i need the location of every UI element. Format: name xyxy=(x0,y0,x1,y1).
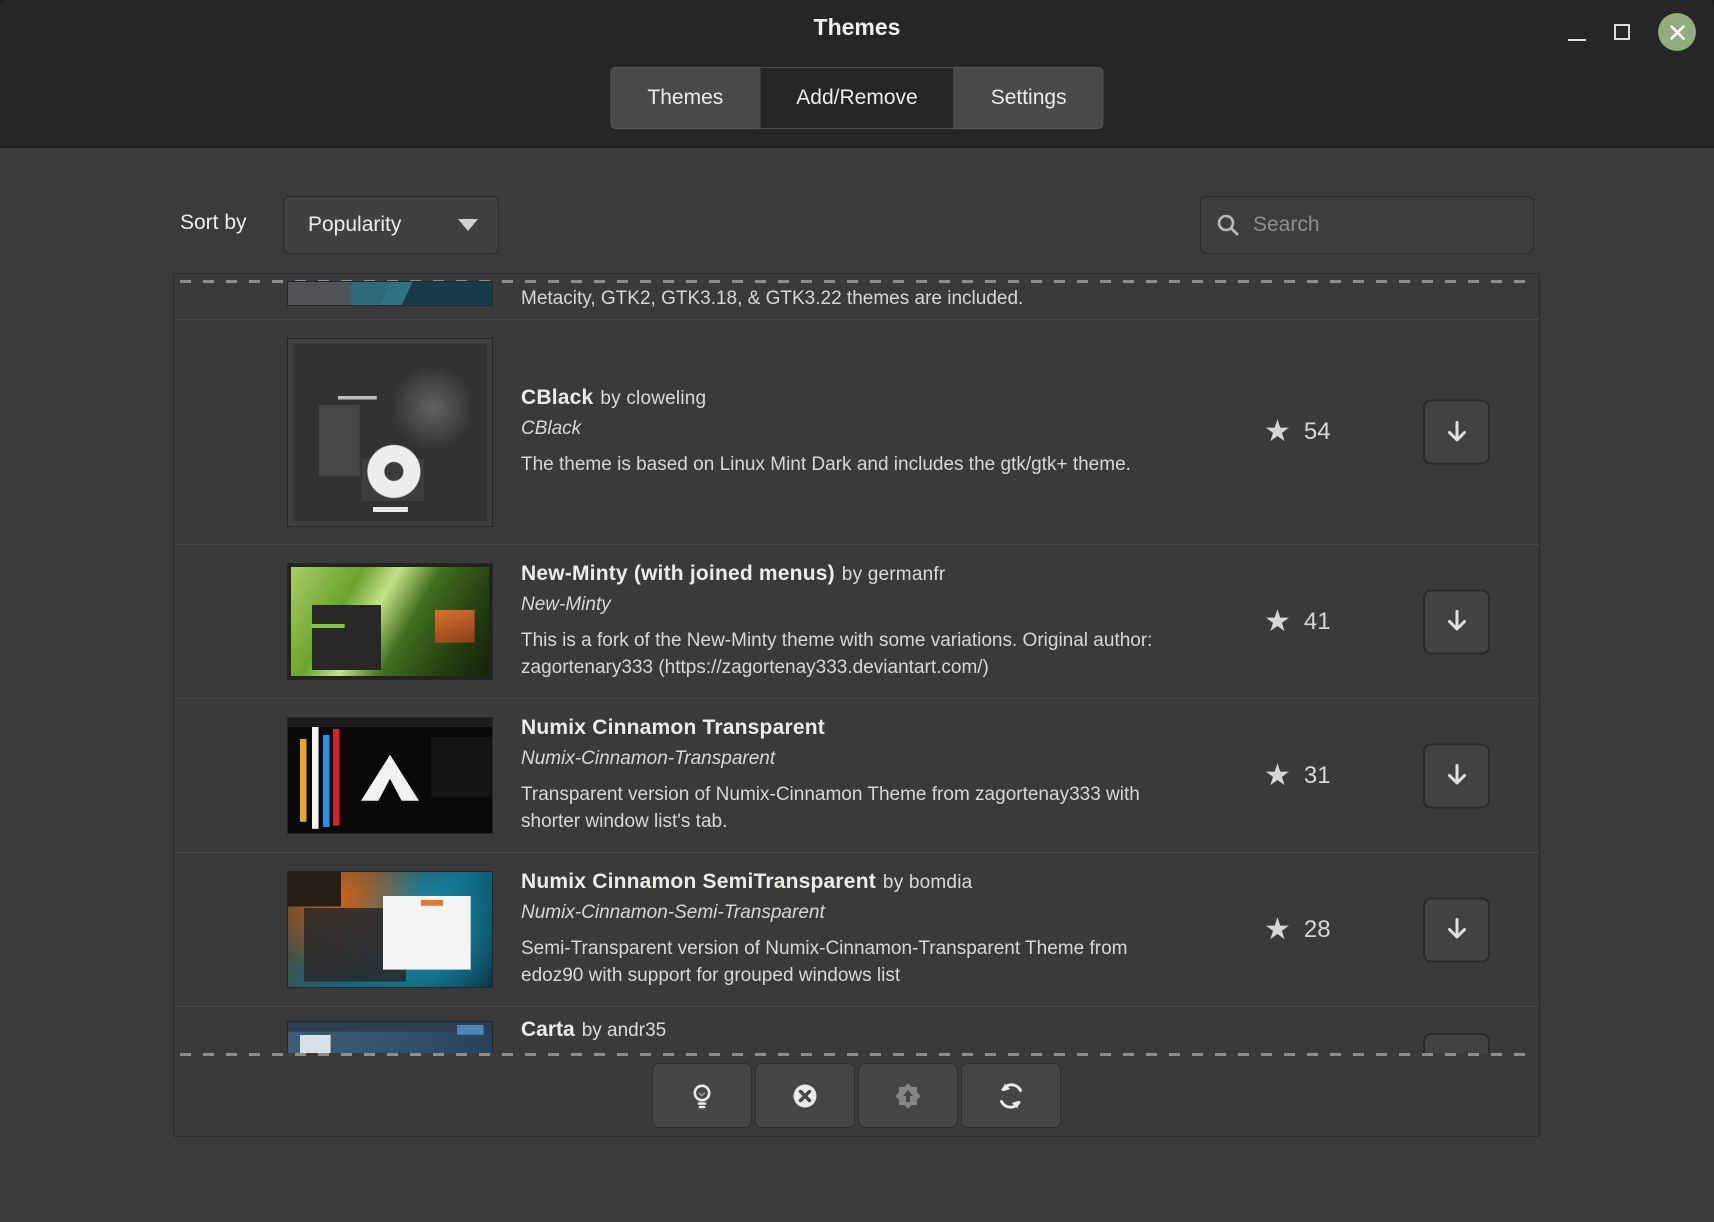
download-icon xyxy=(1443,608,1471,636)
star-icon: ★ xyxy=(1264,417,1291,447)
search-box[interactable] xyxy=(1200,196,1534,254)
list-item-cblack[interactable]: CBlackby cloweling CBlack The theme is b… xyxy=(174,319,1539,544)
theme-author: by cloweling xyxy=(600,388,706,409)
sort-by-label: Sort by xyxy=(180,211,247,235)
download-icon xyxy=(1443,418,1471,446)
sort-dropdown-value: Popularity xyxy=(308,213,401,237)
theme-thumbnail xyxy=(288,339,492,526)
theme-description: Transparent version of Numix-Cinnamon Th… xyxy=(521,781,1169,835)
rating: ★ 41 xyxy=(1264,607,1331,637)
theme-subtitle: New-Minty xyxy=(521,594,1181,616)
list-item-carta[interactable]: Cartaby andr35 xyxy=(174,1006,1539,1053)
cancel-button[interactable] xyxy=(755,1063,855,1128)
list-item-numix-transparent[interactable]: Numix Cinnamon Transparent Numix-Cinnamo… xyxy=(174,698,1539,852)
theme-thumbnail xyxy=(288,1022,492,1053)
chevron-down-icon xyxy=(458,219,478,231)
search-input[interactable] xyxy=(1253,213,1524,237)
window-title: Themes xyxy=(0,0,1714,41)
toolbar xyxy=(174,1053,1539,1137)
download-button[interactable] xyxy=(1423,400,1490,465)
list-item-numix-semitransparent[interactable]: Numix Cinnamon SemiTransparentby bomdia … xyxy=(174,852,1539,1006)
info-button[interactable] xyxy=(652,1063,752,1128)
window-controls xyxy=(1568,12,1696,52)
lightbulb-icon xyxy=(687,1081,717,1111)
download-button[interactable] xyxy=(1423,897,1490,962)
tab-themes[interactable]: Themes xyxy=(610,67,760,129)
theme-description: Metacity, GTK2, GTK3.18, & GTK3.22 theme… xyxy=(521,288,1023,310)
close-icon xyxy=(1669,24,1686,41)
update-button xyxy=(858,1063,958,1128)
theme-description: Semi-Transparent version of Numix-Cinnam… xyxy=(521,935,1169,989)
rating: ★ 31 xyxy=(1264,761,1331,791)
star-count: 31 xyxy=(1304,762,1331,790)
download-icon xyxy=(1443,916,1471,944)
theme-title: CBlackby cloweling xyxy=(521,386,1181,410)
theme-author: by germanfr xyxy=(842,564,946,585)
theme-subtitle: Numix-Cinnamon-Semi-Transparent xyxy=(521,902,1181,924)
star-icon: ★ xyxy=(1264,915,1291,945)
tab-add-remove[interactable]: Add/Remove xyxy=(759,67,954,129)
theme-subtitle: CBlack xyxy=(521,418,1181,440)
refresh-icon xyxy=(995,1080,1027,1112)
theme-description: The theme is based on Linux Mint Dark an… xyxy=(521,451,1169,478)
maximize-button[interactable] xyxy=(1614,24,1630,40)
close-button[interactable] xyxy=(1658,13,1696,51)
download-button[interactable] xyxy=(1423,589,1490,654)
minimize-button[interactable] xyxy=(1568,39,1586,42)
theme-subtitle: Numix-Cinnamon-Transparent xyxy=(521,748,1181,770)
sort-dropdown[interactable]: Popularity xyxy=(283,196,499,254)
arch-logo xyxy=(361,755,419,801)
rating: ★ 54 xyxy=(1264,417,1331,447)
theme-description: This is a fork of the New-Minty theme wi… xyxy=(521,627,1169,681)
download-button[interactable] xyxy=(1423,1033,1490,1053)
list-item-partial-top[interactable]: Metacity, GTK2, GTK3.18, & GTK3.22 theme… xyxy=(174,274,1539,319)
tab-settings[interactable]: Settings xyxy=(954,67,1104,129)
themes-window: Themes Themes Add/Remove Settings Sort b… xyxy=(0,0,1714,1222)
theme-title: Cartaby andr35 xyxy=(521,1018,666,1042)
cancel-icon xyxy=(790,1081,820,1111)
download-icon xyxy=(1443,762,1471,790)
star-icon: ★ xyxy=(1264,761,1291,791)
refresh-button[interactable] xyxy=(961,1063,1061,1128)
theme-title: Numix Cinnamon Transparent xyxy=(521,716,1181,740)
theme-title: Numix Cinnamon SemiTransparentby bomdia xyxy=(521,870,1181,894)
star-count: 54 xyxy=(1304,418,1331,446)
star-count: 28 xyxy=(1304,916,1331,944)
theme-title: New-Minty (with joined menus)by germanfr xyxy=(521,562,1181,586)
tab-bar: Themes Add/Remove Settings xyxy=(610,67,1103,129)
star-icon: ★ xyxy=(1264,607,1291,637)
theme-thumbnail xyxy=(288,564,492,679)
theme-author: by bomdia xyxy=(883,872,972,893)
scroll-edge-indicator xyxy=(180,1053,1533,1056)
search-icon xyxy=(1215,212,1241,238)
theme-thumbnail xyxy=(288,718,492,833)
theme-author: by andr35 xyxy=(582,1020,667,1041)
theme-thumbnail xyxy=(288,872,492,987)
rating: ★ 28 xyxy=(1264,915,1331,945)
list-item-new-minty[interactable]: New-Minty (with joined menus)by germanfr… xyxy=(174,544,1539,698)
themes-list: Metacity, GTK2, GTK3.18, & GTK3.22 theme… xyxy=(173,273,1540,1137)
update-icon xyxy=(892,1080,924,1112)
star-count: 41 xyxy=(1304,608,1331,636)
theme-thumbnail xyxy=(288,282,492,305)
titlebar: Themes Themes Add/Remove Settings xyxy=(0,0,1714,148)
download-button[interactable] xyxy=(1423,743,1490,808)
